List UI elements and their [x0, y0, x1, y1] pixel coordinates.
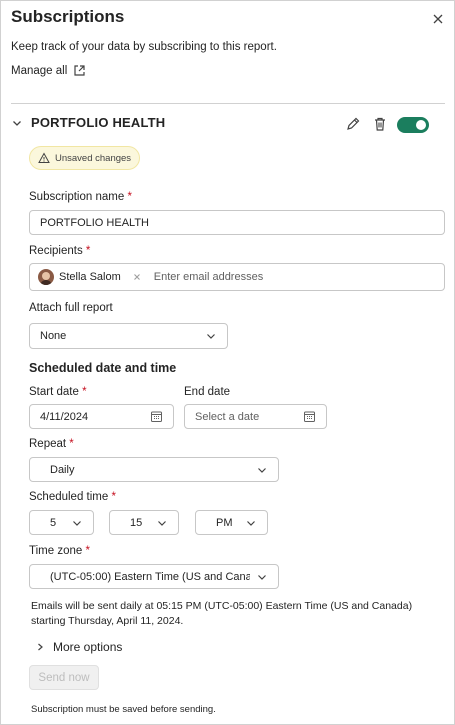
- recipients-label: Recipients *: [29, 245, 90, 257]
- recipient-chip: Stella Salom: [38, 269, 142, 285]
- badge-text: Unsaved changes: [55, 152, 132, 164]
- subscription-name-input[interactable]: PORTFOLIO HEALTH: [29, 210, 445, 235]
- close-button[interactable]: [429, 10, 447, 28]
- subscription-name-label-text: Subscription name: [29, 191, 125, 203]
- end-date-label: End date: [184, 386, 231, 398]
- manage-all-link[interactable]: Manage all: [11, 64, 86, 77]
- chevron-down-icon: [258, 467, 266, 473]
- time-zone-label-text: Time zone: [29, 545, 83, 557]
- chevron-down-icon: [247, 520, 255, 526]
- scheduled-time-label: Scheduled time *: [29, 491, 116, 503]
- start-date-value: 4/11/2024: [40, 410, 89, 423]
- required-mark: *: [85, 545, 90, 557]
- close-icon: [433, 14, 443, 24]
- repeat-label: Repeat *: [29, 438, 74, 450]
- repeat-value: Daily: [50, 463, 75, 476]
- period-select[interactable]: PM: [195, 510, 268, 535]
- remove-icon[interactable]: [132, 272, 142, 282]
- time-zone-label: Time zone *: [29, 545, 90, 557]
- required-mark: *: [127, 191, 132, 203]
- chevron-down-icon: [258, 574, 266, 580]
- required-mark: *: [85, 245, 91, 257]
- warning-icon: [38, 152, 50, 163]
- chevron-down-icon: [73, 520, 81, 526]
- chevron-down-icon: [207, 334, 215, 339]
- attach-report-value: None: [40, 330, 67, 342]
- required-mark: *: [111, 491, 116, 503]
- time-zone-select[interactable]: (UTC-05:00) Eastern Time (US and Cana: [29, 564, 279, 589]
- schedule-heading: Scheduled date and time: [29, 361, 177, 375]
- scheduled-time-label-text: Scheduled time: [29, 491, 109, 503]
- subscription-toggle[interactable]: [397, 117, 429, 133]
- hour-value: 5: [50, 516, 57, 529]
- subscription-name-value: PORTFOLIO HEALTH: [40, 216, 150, 229]
- time-zone-value: (UTC-05:00) Eastern Time (US and Cana: [50, 570, 250, 583]
- chevron-down-icon: [13, 120, 21, 126]
- attach-report-select[interactable]: None: [29, 323, 228, 349]
- panel-description: Keep track of your data by subscribing t…: [11, 41, 277, 53]
- subscriptions-panel: Subscriptions Keep track of your data by…: [0, 0, 455, 725]
- required-mark: *: [82, 386, 87, 398]
- chevron-down-icon: [158, 520, 166, 526]
- calendar-icon[interactable]: [303, 410, 316, 423]
- start-date-label: Start date *: [29, 386, 87, 398]
- minute-value: 15: [130, 516, 143, 529]
- recipients-input[interactable]: Stella Salom Enter email addresses: [29, 263, 445, 291]
- recipients-label-text: Recipients: [29, 245, 83, 257]
- hour-select[interactable]: 5: [29, 510, 94, 535]
- external-link-icon: [74, 65, 85, 76]
- period-value: PM: [216, 516, 233, 529]
- subscription-name-label: Subscription name *: [29, 191, 132, 203]
- edit-button[interactable]: [345, 116, 361, 132]
- more-options-label: More options: [53, 640, 123, 654]
- start-date-label-text: Start date: [29, 386, 79, 398]
- calendar-icon[interactable]: [150, 410, 163, 423]
- trash-icon: [375, 117, 385, 131]
- attach-report-label: Attach full report: [29, 302, 113, 314]
- delete-button[interactable]: [372, 116, 388, 132]
- recipients-placeholder: Enter email addresses: [153, 271, 264, 283]
- required-mark: *: [69, 438, 74, 450]
- repeat-select[interactable]: Daily: [29, 457, 279, 482]
- save-before-send-note: Subscription must be saved before sendin…: [31, 704, 216, 715]
- manage-all-label: Manage all: [11, 64, 68, 77]
- recipient-name: Stella Salom: [59, 271, 121, 283]
- end-date-placeholder: Select a date: [195, 410, 260, 423]
- pencil-icon: [347, 117, 360, 130]
- more-options-toggle[interactable]: More options: [35, 640, 122, 654]
- schedule-summary: Emails will be sent daily at 05:15 PM (U…: [31, 600, 413, 627]
- minute-select[interactable]: 15: [109, 510, 179, 535]
- subscription-title: PORTFOLIO HEALTH: [31, 115, 166, 130]
- repeat-label-text: Repeat: [29, 438, 67, 450]
- section-divider: [11, 103, 445, 104]
- start-date-input[interactable]: 4/11/2024: [29, 404, 174, 429]
- chevron-right-icon: [38, 643, 43, 651]
- subscription-header[interactable]: PORTFOLIO HEALTH: [11, 115, 165, 130]
- avatar: [38, 269, 54, 285]
- unsaved-changes-badge: Unsaved changes: [29, 146, 141, 170]
- end-date-input[interactable]: Select a date: [184, 404, 327, 429]
- toggle-knob: [416, 120, 426, 130]
- panel-title: Subscriptions: [11, 7, 125, 26]
- send-now-button[interactable]: Send now: [29, 665, 99, 690]
